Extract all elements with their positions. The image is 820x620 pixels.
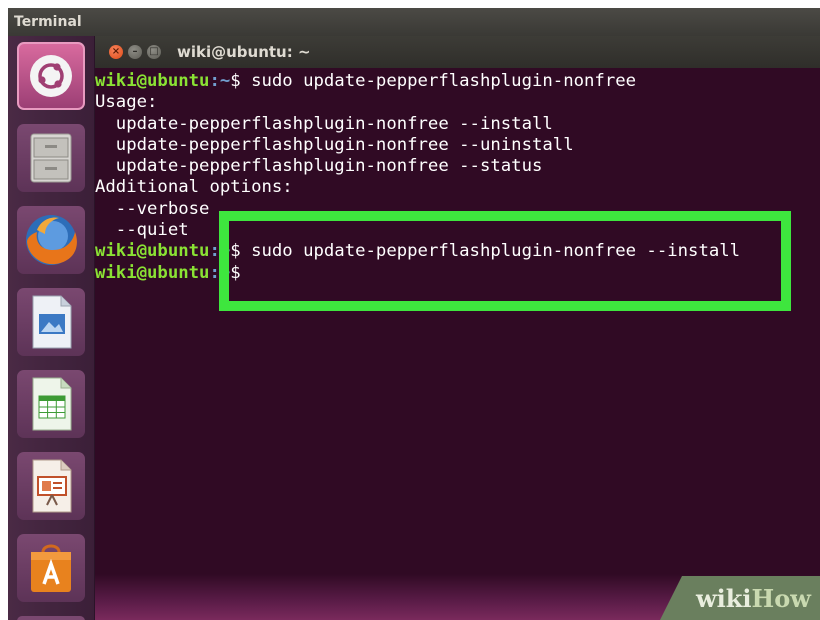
top-panel: Terminal xyxy=(8,8,820,36)
launcher-calc[interactable] xyxy=(17,370,85,438)
maximize-icon: □ xyxy=(149,46,159,57)
libreoffice-calc-icon xyxy=(32,377,72,431)
launcher-dash[interactable] xyxy=(17,42,85,110)
close-icon: × xyxy=(111,46,121,57)
terminal-line: update-pepperflashplugin-nonfree --unins… xyxy=(95,135,820,156)
prompt-user: wiki@ubuntu xyxy=(95,262,210,283)
top-panel-title: Terminal xyxy=(14,14,82,30)
launcher-next-item[interactable] xyxy=(17,616,85,620)
software-center-icon xyxy=(31,544,71,592)
minimize-button[interactable]: – xyxy=(128,45,142,59)
maximize-button[interactable]: □ xyxy=(147,45,161,59)
output-text: Usage: xyxy=(95,92,158,113)
prompt-user: wiki@ubuntu xyxy=(95,71,210,91)
prompt-path: :~ xyxy=(209,71,231,91)
highlight-box xyxy=(219,211,791,311)
output-text: --quiet xyxy=(95,220,189,241)
launcher-files[interactable] xyxy=(17,124,85,192)
output-text: Additional options: xyxy=(95,177,293,198)
output-text: update-pepperflashplugin-nonfree --statu… xyxy=(95,156,543,177)
prompt-user: wiki@ubuntu xyxy=(95,241,210,262)
launcher-writer[interactable] xyxy=(17,288,85,356)
output-text: --verbose xyxy=(95,198,210,219)
close-button[interactable]: × xyxy=(109,45,123,59)
launcher-impress[interactable] xyxy=(17,452,85,520)
output-text: update-pepperflashplugin-nonfree --insta… xyxy=(95,113,553,134)
window-title: wiki@ubuntu: ~ xyxy=(177,43,311,61)
launcher xyxy=(8,36,95,620)
terminal-window[interactable]: × – □ wiki@ubuntu: ~ wiki@ubuntu:~$ sudo… xyxy=(95,36,820,620)
dash-icon xyxy=(30,55,72,97)
libreoffice-impress-icon xyxy=(32,459,72,513)
output-text: update-pepperflashplugin-nonfree --unins… xyxy=(95,134,574,155)
watermark-logo: wikiHow xyxy=(696,584,811,613)
launcher-firefox[interactable] xyxy=(17,206,85,274)
files-icon xyxy=(30,133,72,183)
watermark: wikiHow xyxy=(660,576,820,620)
window-title-bar[interactable]: × – □ wiki@ubuntu: ~ xyxy=(95,36,820,68)
terminal-line: Usage: xyxy=(95,92,820,113)
launcher-software-center[interactable] xyxy=(17,534,85,602)
terminal-line: Additional options: xyxy=(95,177,820,198)
terminal-line: wiki@ubuntu:~$ sudo update-pepperflashpl… xyxy=(95,71,820,92)
desktop-screen: Terminal × – □ wiki@ubuntu: ~ wiki@ubunt… xyxy=(8,8,820,620)
minimize-icon: – xyxy=(132,46,138,57)
libreoffice-writer-icon xyxy=(32,295,72,349)
command-text: $ sudo update-pepperflashplugin-nonfree xyxy=(230,71,637,91)
firefox-icon xyxy=(26,215,77,265)
terminal-line: update-pepperflashplugin-nonfree --insta… xyxy=(95,114,820,135)
terminal-line: update-pepperflashplugin-nonfree --statu… xyxy=(95,156,820,177)
